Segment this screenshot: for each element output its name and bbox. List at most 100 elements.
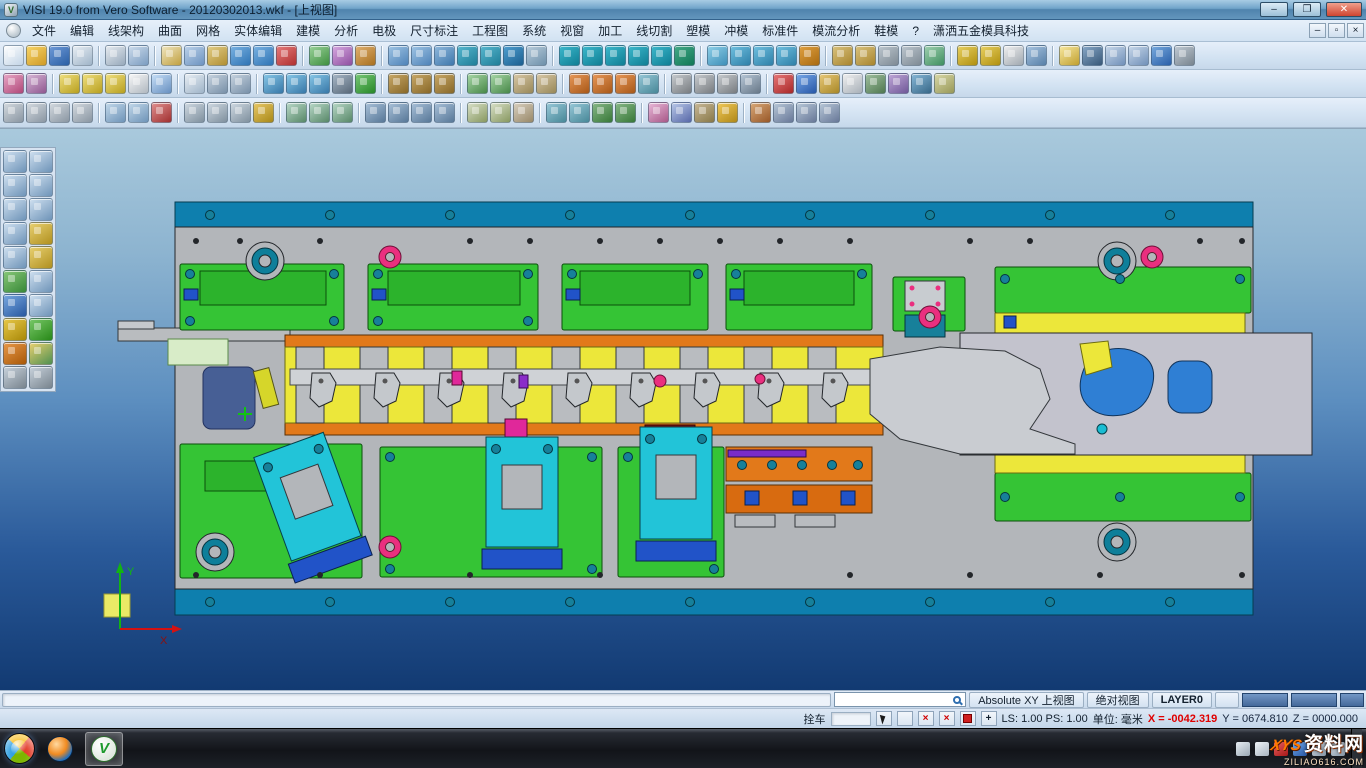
strip-layout-icon[interactable] — [569, 73, 590, 94]
zoom-window-icon[interactable] — [3, 222, 27, 245]
mini-toolbar-icon[interactable] — [29, 294, 53, 317]
face-edit-icon[interactable] — [3, 102, 24, 123]
ruled-surface-icon[interactable] — [730, 45, 751, 66]
toolpath-icon[interactable] — [263, 73, 284, 94]
body-pattern-icon[interactable] — [230, 102, 251, 123]
import-file-icon[interactable] — [72, 45, 93, 66]
menu-item-17[interactable]: 标准件 — [755, 19, 805, 42]
punch-design-icon[interactable] — [592, 73, 613, 94]
taskbar-visi-button[interactable]: V — [85, 732, 123, 766]
export-icon[interactable] — [934, 73, 955, 94]
title-bar[interactable]: V VISI 19.0 from Vero Software - 2012030… — [0, 0, 1366, 20]
wire-profile-icon[interactable] — [411, 73, 432, 94]
color-faces-icon[interactable] — [648, 102, 669, 123]
annotation-icon[interactable] — [1003, 45, 1024, 66]
cylinder-solid-icon[interactable] — [855, 45, 876, 66]
help-icon[interactable] — [1151, 45, 1172, 66]
menu-item-10[interactable]: 工程图 — [465, 19, 515, 42]
library-icon[interactable] — [888, 73, 909, 94]
palette-icon[interactable] — [29, 342, 53, 365]
antivirus-tray-icon[interactable] — [1274, 742, 1288, 756]
block-solid-icon[interactable] — [832, 45, 853, 66]
selection-icon[interactable] — [161, 45, 182, 66]
doc-info-icon[interactable] — [29, 270, 53, 293]
zoom-all-icon[interactable] — [411, 45, 432, 66]
back-icon[interactable] — [3, 366, 27, 389]
boolean-add-icon[interactable] — [878, 45, 899, 66]
taskbar-browser-button[interactable] — [41, 732, 79, 766]
body-split-icon[interactable] — [253, 102, 274, 123]
mold-core-icon[interactable] — [490, 73, 511, 94]
face-offset-icon[interactable] — [72, 102, 93, 123]
drilling-icon[interactable] — [332, 73, 353, 94]
screenshot-icon[interactable] — [1105, 45, 1126, 66]
ime-language-icon[interactable] — [1255, 742, 1269, 756]
measure-icon[interactable] — [957, 45, 978, 66]
rectangle-icon[interactable] — [651, 45, 672, 66]
boss-icon[interactable] — [411, 102, 432, 123]
plane-surface-icon[interactable] — [707, 45, 728, 66]
open-folder-icon[interactable] — [26, 45, 47, 66]
pocket-icon[interactable] — [388, 102, 409, 123]
scissors-split-icon[interactable] — [29, 174, 53, 197]
layer-button[interactable]: LAYER0 — [1152, 692, 1212, 708]
compare-icon[interactable] — [911, 73, 932, 94]
close-button[interactable]: ✕ — [1326, 2, 1362, 17]
edge-chamfer-icon[interactable] — [128, 102, 149, 123]
menu-item-9[interactable]: 尺寸标注 — [403, 19, 465, 42]
background-icon[interactable] — [1082, 45, 1103, 66]
mdi-restore-button[interactable]: ▫ — [1328, 23, 1345, 38]
line-icon[interactable] — [582, 45, 603, 66]
springs-catalog-icon[interactable] — [740, 73, 761, 94]
render-icon[interactable] — [717, 102, 738, 123]
menu-item-6[interactable]: 建模 — [289, 19, 327, 42]
cancel-cross-icon[interactable]: × — [918, 711, 934, 726]
trimmed-surface-icon[interactable] — [799, 45, 820, 66]
edge-delete-icon[interactable] — [151, 102, 172, 123]
snap-checkbox-icon[interactable]: × — [939, 711, 955, 726]
menu-item-0[interactable]: 文件 — [25, 19, 63, 42]
standard-pin-icon[interactable] — [694, 73, 715, 94]
curve-edit-icon[interactable] — [29, 222, 53, 245]
thread-icon[interactable] — [434, 102, 455, 123]
attributes-icon[interactable] — [332, 45, 353, 66]
menu-item-8[interactable]: 电极 — [365, 19, 403, 42]
menu-item-5[interactable]: 实体编辑 — [227, 19, 289, 42]
unfold-icon[interactable] — [638, 73, 659, 94]
flag-toggle-icon[interactable] — [960, 711, 976, 726]
zoom-window-icon[interactable] — [388, 45, 409, 66]
undo-icon[interactable] — [230, 45, 251, 66]
linear-dimension-icon[interactable] — [59, 73, 80, 94]
pan-view-icon[interactable] — [457, 45, 478, 66]
suppress-icon[interactable] — [513, 102, 534, 123]
query-icon[interactable] — [3, 294, 27, 317]
menu-item-4[interactable]: 网格 — [189, 19, 227, 42]
menu-item-14[interactable]: 线切割 — [629, 19, 679, 42]
simplify-icon[interactable] — [615, 102, 636, 123]
wire-4axis-icon[interactable] — [434, 73, 455, 94]
arc-icon[interactable] — [628, 45, 649, 66]
menu-item-13[interactable]: 加工 — [591, 19, 629, 42]
die-set-icon[interactable] — [615, 73, 636, 94]
menu-item-11[interactable]: 系统 — [515, 19, 553, 42]
zoom-out-icon[interactable] — [3, 174, 27, 197]
weld-icon[interactable] — [750, 102, 771, 123]
finishing-icon[interactable] — [309, 73, 330, 94]
search-input[interactable] — [837, 694, 953, 705]
electrode-holder-icon[interactable] — [26, 73, 47, 94]
shaded-view-icon[interactable] — [503, 45, 524, 66]
show-desktop-button[interactable] — [1351, 729, 1362, 768]
swept-surface-icon[interactable] — [776, 45, 797, 66]
layers-icon[interactable] — [309, 45, 330, 66]
angular-dimension-icon[interactable] — [82, 73, 103, 94]
hole-wizard-icon[interactable] — [365, 102, 386, 123]
material-icon[interactable] — [694, 102, 715, 123]
section-view-icon[interactable] — [207, 73, 228, 94]
maximize-button[interactable]: ❐ — [1293, 2, 1321, 17]
simulate-icon[interactable] — [355, 73, 376, 94]
delete-icon[interactable] — [276, 45, 297, 66]
redo-icon[interactable] — [253, 45, 274, 66]
snap-value-field[interactable] — [831, 712, 871, 726]
flow-analysis-icon[interactable] — [773, 73, 794, 94]
heal-geometry-icon[interactable] — [592, 102, 613, 123]
